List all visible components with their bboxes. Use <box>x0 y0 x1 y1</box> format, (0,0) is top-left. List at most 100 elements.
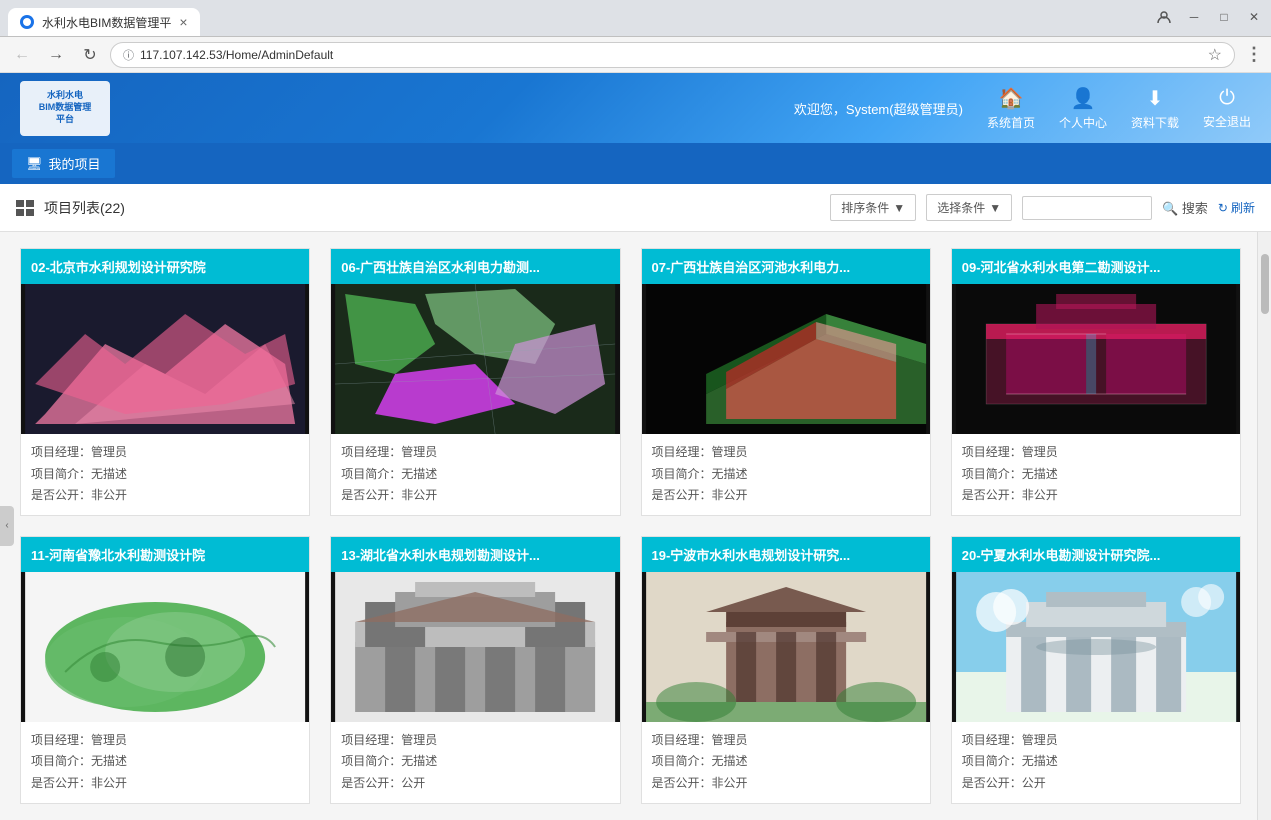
card-manager-09: 项目经理：管理员 <box>962 442 1230 464</box>
nav-download[interactable]: ⬇ 资料下载 <box>1131 86 1179 131</box>
project-list-label: 项目列表(22) <box>44 198 125 218</box>
card-desc-06: 项目简介：无描述 <box>341 464 609 486</box>
card-image-09 <box>952 284 1240 434</box>
project-card-06[interactable]: 06-广西壮族自治区水利电力勘测... 项目经理：管理员 项目简介：无描述 是否… <box>330 248 620 516</box>
card-desc-13: 项目简介：无描述 <box>341 751 609 773</box>
forward-button[interactable]: → <box>42 41 70 69</box>
card-info-02: 项目经理：管理员 项目简介：无描述 是否公开：非公开 <box>21 434 309 515</box>
project-card-19[interactable]: 19-宁波市水利水电规划设计研究... 项目经理：管理员 项目简介：无描述 是否… <box>641 536 931 804</box>
card-manager-11: 项目经理：管理员 <box>31 730 299 752</box>
nav-profile[interactable]: 👤 个人中心 <box>1059 86 1107 131</box>
url-text: 117.107.142.53/Home/AdminDefault <box>140 48 1202 62</box>
scroll-track[interactable] <box>1258 232 1271 820</box>
project-card-07[interactable]: 07-广西壮族自治区河池水利电力... 项目经理：管理员 项目简介：无描述 是否… <box>641 248 931 516</box>
header-nav: 欢迎您，System(超级管理员) 🏠 系统首页 👤 个人中心 ⬇ 资料下载 ⏻… <box>794 86 1251 131</box>
card-image-20 <box>952 572 1240 722</box>
card-desc-20: 项目简介：无描述 <box>962 751 1230 773</box>
browser-nav-bar: ← → ↻ ⓘ 117.107.142.53/Home/AdminDefault… <box>0 37 1271 73</box>
minimize-button[interactable]: ─ <box>1185 8 1203 26</box>
filter-button[interactable]: 选择条件 ▼ <box>926 194 1012 221</box>
nav-logout[interactable]: ⏻ 安全退出 <box>1203 87 1251 130</box>
project-count: 项目列表(22) <box>16 198 125 218</box>
tab-favicon <box>20 15 34 29</box>
tab-title: 水利水电BIM数据管理平 <box>42 14 171 31</box>
project-card-13[interactable]: 13-湖北省水利水电规划勘测设计... 项目经理：管理员 项目简介：无描述 是否… <box>330 536 620 804</box>
card-public-20: 是否公开：公开 <box>962 773 1230 795</box>
my-project-bar: 🖥 我的项目 <box>0 143 1271 184</box>
grid-icon <box>16 200 36 216</box>
project-card-20[interactable]: 20-宁夏水利水电勘测设计研究院... 项目经理：管理员 项目简介：无描述 是否… <box>951 536 1241 804</box>
scroll-thumb[interactable] <box>1261 254 1269 314</box>
project-card-09[interactable]: 09-河北省水利水电第二勘测设计... 项目经理：管理员 项目简介：无描述 是否… <box>951 248 1241 516</box>
card-desc-02: 项目简介：无描述 <box>31 464 299 486</box>
project-grid: 02-北京市水利规划设计研究院 项目经理：管理员 项目简介：无描述 是否公开：非… <box>20 248 1241 804</box>
back-button[interactable]: ← <box>8 41 36 69</box>
card-image-02 <box>21 284 309 434</box>
card-manager-02: 项目经理：管理员 <box>31 442 299 464</box>
card-info-11: 项目经理：管理员 项目简介：无描述 是否公开：非公开 <box>21 722 309 803</box>
my-project-label: 我的项目 <box>49 154 101 173</box>
card-public-13: 是否公开：公开 <box>341 773 609 795</box>
card-info-06: 项目经理：管理员 项目简介：无描述 是否公开：非公开 <box>331 434 619 515</box>
project-grid-container: 02-北京市水利规划设计研究院 项目经理：管理员 项目简介：无描述 是否公开：非… <box>0 232 1257 820</box>
card-header-13: 13-湖北省水利水电规划勘测设计... <box>331 537 619 572</box>
refresh-button[interactable]: ↻ 刷新 <box>1218 199 1255 216</box>
search-button[interactable]: 🔍 搜索 <box>1162 198 1208 217</box>
tab-close-button[interactable]: × <box>179 15 187 29</box>
card-manager-13: 项目经理：管理员 <box>341 730 609 752</box>
card-desc-11: 项目简介：无描述 <box>31 751 299 773</box>
card-header-19: 19-宁波市水利水电规划设计研究... <box>642 537 930 572</box>
nav-home[interactable]: 🏠 系统首页 <box>987 86 1035 131</box>
monitor-icon: 🖥 <box>26 156 43 172</box>
bookmark-icon[interactable]: ☆ <box>1208 45 1222 65</box>
sort-dropdown-icon: ▼ <box>893 201 905 215</box>
window-controls: ─ □ ✕ <box>1155 8 1263 26</box>
card-public-02: 是否公开：非公开 <box>31 485 299 507</box>
home-icon: 🏠 <box>998 86 1023 111</box>
scrollbar[interactable] <box>1257 232 1271 820</box>
person-icon: 👤 <box>1071 86 1096 111</box>
card-public-07: 是否公开：非公开 <box>652 485 920 507</box>
welcome-text: 欢迎您，System(超级管理员) <box>794 99 963 118</box>
card-desc-19: 项目简介：无描述 <box>652 751 920 773</box>
filter-label: 选择条件 <box>937 199 985 216</box>
search-input[interactable] <box>1022 196 1152 220</box>
card-desc-09: 项目简介：无描述 <box>962 464 1230 486</box>
card-info-19: 项目经理：管理员 项目简介：无描述 是否公开：非公开 <box>642 722 930 803</box>
nav-home-label: 系统首页 <box>987 114 1035 131</box>
reload-button[interactable]: ↻ <box>76 41 104 69</box>
close-button[interactable]: ✕ <box>1245 8 1263 26</box>
card-info-09: 项目经理：管理员 项目简介：无描述 是否公开：非公开 <box>952 434 1240 515</box>
card-info-13: 项目经理：管理员 项目简介：无描述 是否公开：公开 <box>331 722 619 803</box>
project-card-11[interactable]: 11-河南省豫北水利勘测设计院 项目经理：管理员 项目简介：无描述 是否公开：非… <box>20 536 310 804</box>
nav-logout-label: 安全退出 <box>1203 113 1251 130</box>
card-manager-20: 项目经理：管理员 <box>962 730 1230 752</box>
card-header-20: 20-宁夏水利水电勘测设计研究院... <box>952 537 1240 572</box>
address-bar[interactable]: ⓘ 117.107.142.53/Home/AdminDefault ☆ <box>110 42 1235 68</box>
card-public-19: 是否公开：非公开 <box>652 773 920 795</box>
card-header-09: 09-河北省水利水电第二勘测设计... <box>952 249 1240 284</box>
toolbar-right: 排序条件 ▼ 选择条件 ▼ 🔍 搜索 ↻ 刷新 <box>830 194 1255 221</box>
sort-button[interactable]: 排序条件 ▼ <box>830 194 916 221</box>
my-project-button[interactable]: 🖥 我的项目 <box>12 149 115 178</box>
toolbar: 项目列表(22) 排序条件 ▼ 选择条件 ▼ 🔍 搜索 ↻ 刷新 <box>0 184 1271 232</box>
card-manager-07: 项目经理：管理员 <box>652 442 920 464</box>
side-panel-toggle[interactable]: ‹ <box>0 506 14 546</box>
card-info-07: 项目经理：管理员 项目简介：无描述 是否公开：非公开 <box>642 434 930 515</box>
browser-tab[interactable]: 水利水电BIM数据管理平 × <box>8 8 200 36</box>
logo-text: 水利水电 BIM数据管理 平台 <box>39 90 92 125</box>
card-public-06: 是否公开：非公开 <box>341 485 609 507</box>
nav-download-label: 资料下载 <box>1131 114 1179 131</box>
project-card-02[interactable]: 02-北京市水利规划设计研究院 项目经理：管理员 项目简介：无描述 是否公开：非… <box>20 248 310 516</box>
logout-icon: ⏻ <box>1219 87 1235 110</box>
profile-icon[interactable] <box>1155 8 1173 26</box>
logo-area: 水利水电 BIM数据管理 平台 <box>20 81 110 136</box>
card-public-11: 是否公开：非公开 <box>31 773 299 795</box>
browser-menu-button[interactable]: ⋮ <box>1245 44 1263 65</box>
logo-box: 水利水电 BIM数据管理 平台 <box>20 81 110 136</box>
card-desc-07: 项目简介：无描述 <box>652 464 920 486</box>
card-manager-06: 项目经理：管理员 <box>341 442 609 464</box>
filter-dropdown-icon: ▼ <box>989 201 1001 215</box>
card-image-13 <box>331 572 619 722</box>
maximize-button[interactable]: □ <box>1215 8 1233 26</box>
